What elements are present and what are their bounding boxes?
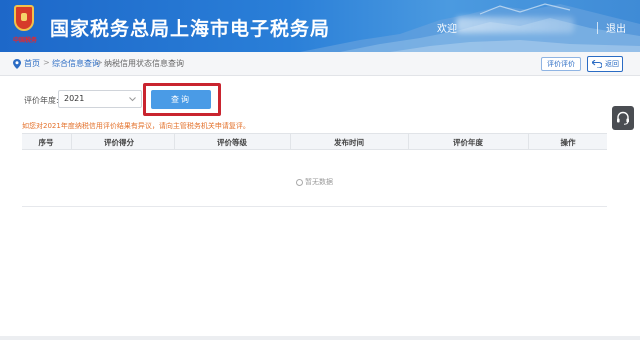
page-bottom-bar [0, 336, 640, 340]
logout-link[interactable]: 退出 [606, 20, 626, 35]
year-select-value: 2021 [64, 94, 85, 103]
column-header: 评价等级 [217, 138, 247, 147]
eval-button[interactable]: 评价评价 [541, 57, 581, 71]
back-button[interactable]: 返回 [587, 56, 623, 72]
support-widget[interactable] [612, 106, 634, 130]
column-header: 发布时间 [334, 138, 364, 147]
breadcrumb-separator: > [43, 58, 50, 67]
back-button-label: 返回 [605, 60, 619, 68]
username-redacted [456, 17, 574, 33]
breadcrumb-current: 纳税信用状态信息查询 [104, 59, 184, 68]
headset-icon [617, 111, 629, 125]
empty-state: 暂无数据 [22, 177, 607, 187]
column-header: 评价年度 [453, 138, 483, 147]
table-divider [22, 206, 607, 207]
breadcrumb-home[interactable]: 首页 [24, 58, 40, 69]
table-header: 序号 评价得分 评价等级 发布时间 评价年度 操作 [22, 133, 607, 150]
site-title: 国家税务总局上海市电子税务局 [50, 18, 331, 40]
year-select[interactable]: 2021 [58, 90, 142, 108]
logo-text: 中国税务 [12, 37, 37, 44]
notice-text: 如您对2021年度纳税信用评价结果有异议，请向主管税务机关申请复评。 [22, 122, 250, 130]
back-arrow-icon [592, 60, 602, 68]
tax-logo: 中国税务 [8, 5, 40, 47]
column-header: 操作 [560, 138, 576, 147]
header-divider [597, 22, 598, 34]
emblem-icon [14, 5, 34, 31]
welcome-text: 欢迎 [437, 24, 457, 35]
breadcrumb-separator: > [96, 58, 103, 67]
column-header: 评价得分 [104, 138, 134, 147]
location-pin-icon [13, 59, 21, 69]
info-circle-icon [296, 178, 303, 186]
empty-text: 暂无数据 [305, 178, 333, 186]
query-button[interactable]: 查询 [151, 90, 211, 109]
column-header: 序号 [38, 138, 54, 147]
year-label: 评价年度: [24, 96, 59, 105]
chevron-down-icon [129, 97, 136, 102]
site-header: 中国税务 国家税务总局上海市电子税务局 欢迎 退出 [0, 0, 640, 52]
breadcrumb-info-query[interactable]: 综合信息查询 [52, 58, 100, 69]
